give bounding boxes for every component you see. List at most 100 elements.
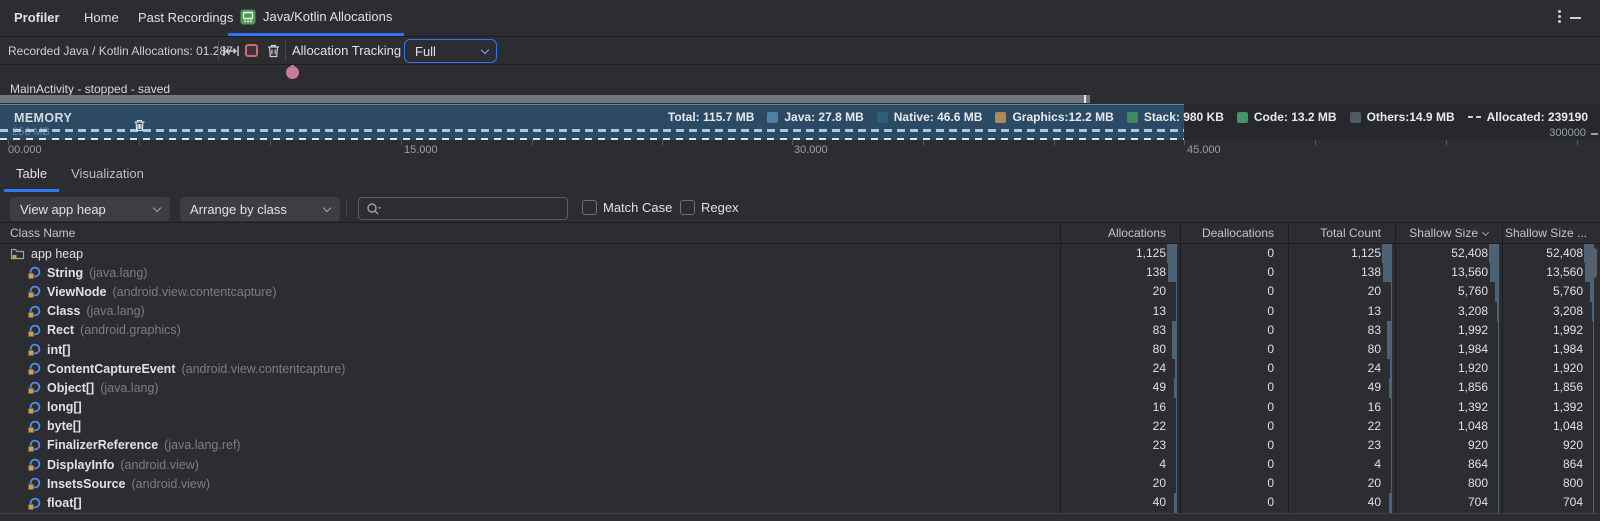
table-row[interactable]: DisplayInfo (android.view) 404864864 [0, 455, 1600, 474]
table-row[interactable]: byte[] 220221,0481,048 [0, 417, 1600, 436]
tracking-mode-dropdown[interactable]: Full [404, 39, 497, 63]
cell-shallow-size-2: 1,048 [1502, 417, 1597, 436]
tab-java-kotlin-allocations[interactable]: Java/Kotlin Allocations [228, 0, 404, 36]
column-deallocations[interactable]: Deallocations [1180, 223, 1288, 244]
cell-total-count: 23 [1288, 436, 1395, 455]
table-row[interactable]: String (java.lang) 138013813,56013,560 [0, 263, 1600, 282]
value-bar [1391, 302, 1393, 321]
table-row[interactable]: Class (java.lang) 130133,2083,208 [0, 302, 1600, 321]
stop-recording-icon[interactable] [245, 44, 258, 57]
legend-item: Native: 46.6 MB [877, 110, 983, 124]
memory-track[interactable]: MEMORY 256 MB Total: 115.7 MB Java: 27.8… [0, 104, 1600, 140]
column-shallow-size-2[interactable]: Shallow Size ... [1502, 223, 1597, 244]
cell-deallocations: 0 [1180, 359, 1288, 378]
class-icon [28, 477, 41, 490]
legend-swatch-icon [767, 112, 778, 123]
top-tab-bar: Profiler Home Past Recordings Java/Kotli… [0, 0, 1600, 37]
tab-past-recordings[interactable]: Past Recordings [138, 0, 233, 36]
match-case-checkbox[interactable] [582, 200, 597, 215]
legend-label: Stack: 980 KB [1144, 110, 1224, 124]
column-total-count[interactable]: Total Count [1288, 223, 1395, 244]
class-name: float[] [47, 496, 82, 510]
more-options-icon[interactable] [1551, 10, 1567, 26]
class-name-cell: ViewNode (android.view.contentcapture) [0, 282, 1060, 301]
value-bar [1389, 378, 1392, 397]
legend-label: Graphics:12.2 MB [1012, 110, 1113, 124]
cell-total-count: 20 [1288, 282, 1395, 301]
arrange-dropdown[interactable]: Arrange by class [180, 197, 340, 221]
cell-deallocations: 0 [1180, 263, 1288, 282]
cell-deallocations: 0 [1180, 282, 1288, 301]
cell-total-count: 83 [1288, 321, 1395, 340]
value-bar [1389, 493, 1392, 512]
class-package: (java.lang) [89, 266, 147, 280]
table-row[interactable]: Object[] (java.lang) 490491,8561,856 [0, 378, 1600, 397]
legend-item: Code: 13.2 MB [1237, 110, 1337, 124]
value-bar [1593, 398, 1595, 417]
class-name-cell: app heap [0, 244, 1060, 263]
table-row[interactable]: long[] 160161,3921,392 [0, 398, 1600, 417]
class-name: long[] [47, 400, 82, 414]
value-bar [1383, 263, 1392, 282]
column-class-name[interactable]: Class Name [10, 223, 75, 244]
value-bar [1495, 282, 1499, 301]
table-row[interactable]: int[] 800801,9841,984 [0, 340, 1600, 359]
cell-deallocations: 0 [1180, 493, 1288, 512]
chevron-down-icon [323, 203, 331, 211]
vertical-scrollbar[interactable] [1591, 248, 1597, 278]
profiler-window: Profiler Home Past Recordings Java/Kotli… [0, 0, 1600, 521]
fit-to-range-icon[interactable] [222, 42, 240, 60]
allocation-tracking-label: Allocation Tracking [292, 37, 401, 65]
value-bar [1387, 321, 1392, 340]
cell-shallow-size-2: 704 [1502, 493, 1597, 512]
legend-item: Others:14.9 MB [1350, 110, 1455, 124]
range-scrollbar-handle[interactable] [1084, 95, 1086, 103]
match-case-label: Match Case [603, 196, 672, 220]
legend-item: Graphics:12.2 MB [995, 110, 1113, 124]
cell-total-count: 40 [1288, 493, 1395, 512]
table-row[interactable]: Rect (android.graphics) 830831,9921,992 [0, 321, 1600, 340]
legend-label: Native: 46.6 MB [894, 110, 983, 124]
search-input[interactable] [358, 197, 568, 220]
minimize-icon[interactable] [1570, 17, 1581, 19]
cell-deallocations: 0 [1180, 340, 1288, 359]
legend-label: Others:14.9 MB [1367, 110, 1455, 124]
table-row[interactable]: float[] 40040704704 [0, 493, 1600, 512]
tab-home[interactable]: Home [84, 0, 119, 36]
regex-checkbox[interactable] [680, 200, 695, 215]
allocation-event-dot[interactable] [286, 66, 299, 79]
table-row[interactable]: app heap 1,12501,12552,40852,408 [0, 244, 1600, 263]
value-bar [1167, 244, 1177, 263]
value-bar [1498, 359, 1500, 378]
value-bar [1489, 244, 1499, 263]
class-icon [28, 305, 41, 318]
table-row[interactable]: ViewNode (android.view.contentcapture) 2… [0, 282, 1600, 301]
cell-allocations: 23 [1060, 436, 1180, 455]
tab-visualization[interactable]: Visualization [59, 158, 156, 192]
value-bar [1175, 359, 1177, 378]
tab-table[interactable]: Table [4, 158, 59, 192]
axis-tick [923, 140, 924, 145]
column-shallow-size[interactable]: Shallow Size [1395, 223, 1502, 244]
value-bar [1490, 263, 1499, 282]
table-row[interactable]: ContentCaptureEvent (android.view.conten… [0, 359, 1600, 378]
cell-total-count: 16 [1288, 398, 1395, 417]
allocated-axis-max: 300000 [1549, 127, 1586, 139]
allocation-table-body: app heap 1,12501,12552,40852,408 String … [0, 244, 1600, 513]
value-bar [1593, 359, 1595, 378]
cell-deallocations: 0 [1180, 455, 1288, 474]
value-bar [1391, 398, 1393, 417]
cell-deallocations: 0 [1180, 244, 1288, 263]
column-allocations[interactable]: Allocations [1060, 223, 1180, 244]
class-icon [28, 362, 41, 375]
table-row[interactable]: InsetsSource (android.view) 20020800800 [0, 474, 1600, 493]
class-icon [28, 439, 41, 452]
cell-total-count: 22 [1288, 417, 1395, 436]
delete-recording-icon[interactable] [264, 42, 282, 60]
value-bar [1391, 436, 1393, 455]
gc-event-icon[interactable] [133, 119, 146, 132]
range-scrollbar[interactable] [0, 95, 1090, 103]
value-bar [1168, 263, 1177, 282]
table-row[interactable]: FinalizerReference (java.lang.ref) 23023… [0, 436, 1600, 455]
heap-dropdown[interactable]: View app heap [10, 197, 170, 221]
